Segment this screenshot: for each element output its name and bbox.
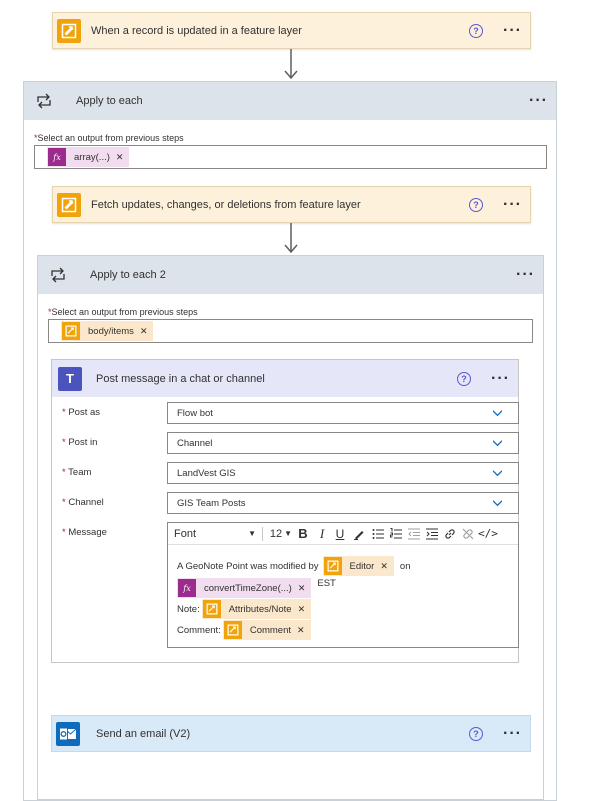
teams-header[interactable]: T Post message in a chat or channel ? ··… <box>52 360 518 397</box>
chevron-down-icon <box>493 410 502 417</box>
fetch-title: Fetch updates, changes, or deletions fro… <box>91 198 361 211</box>
chevron-down-icon <box>493 440 502 447</box>
post-as-label: * Post as <box>62 407 101 418</box>
flow-arrow-icon <box>284 49 298 80</box>
message-text: Comment: <box>177 624 221 636</box>
channel-dropdown[interactable]: GIS Team Posts <box>167 492 519 514</box>
post-in-dropdown[interactable]: Channel <box>167 432 519 454</box>
unlink-icon[interactable] <box>459 528 477 540</box>
apply-to-each-header[interactable]: Apply to each ··· <box>24 82 556 120</box>
apply-to-each-2-header[interactable]: Apply to each 2 ··· <box>38 256 543 294</box>
help-icon[interactable]: ? <box>469 197 484 212</box>
body-items-token[interactable]: body/items ✕ <box>61 321 154 341</box>
chevron-down-icon <box>493 470 502 477</box>
team-label: * Team <box>62 467 92 478</box>
bold-icon[interactable]: B <box>293 526 313 541</box>
message-text: A GeoNote Point was modified by <box>177 560 319 572</box>
feature-layer-icon <box>62 322 80 340</box>
bulleted-list-icon[interactable] <box>369 528 387 540</box>
message-label: * Message <box>62 527 107 538</box>
caret-down-icon: ▼ <box>248 529 256 538</box>
select-output-label: *Select an output from previous steps <box>48 307 198 317</box>
caret-down-icon: ▼ <box>284 529 293 538</box>
feature-layer-icon <box>57 192 81 217</box>
message-text: on <box>399 560 411 572</box>
highlight-pen-icon[interactable] <box>349 528 369 540</box>
font-size-select[interactable]: 12 ▼ <box>269 528 293 540</box>
numbered-list-icon[interactable] <box>387 527 405 540</box>
array-token[interactable]: fx array(...) ✕ <box>47 147 130 167</box>
decrease-indent-icon[interactable] <box>405 528 423 540</box>
more-options-icon[interactable]: ··· <box>503 725 522 741</box>
send-email-card[interactable]: Send an email (V2) ? ··· <box>51 715 531 752</box>
channel-label: * Channel <box>62 497 104 508</box>
select-output-input[interactable]: body/items ✕ <box>48 319 533 343</box>
font-select[interactable]: Font ▼ <box>174 528 256 540</box>
chevron-down-icon <box>493 500 502 507</box>
outlook-icon <box>56 721 80 746</box>
feature-layer-icon <box>223 621 242 639</box>
apply-to-each-2-title: Apply to each 2 <box>90 269 166 281</box>
editor-token[interactable]: Editor ✕ <box>322 556 394 576</box>
more-options-icon[interactable]: ··· <box>491 370 510 386</box>
attributes-note-token[interactable]: Attributes/Note ✕ <box>201 599 312 619</box>
trigger-card[interactable]: When a record is updated in a feature la… <box>52 12 531 49</box>
more-options-icon[interactable]: ··· <box>503 22 522 38</box>
more-options-icon[interactable]: ··· <box>529 93 548 109</box>
flow-arrow-icon <box>284 223 298 254</box>
teams-title: Post message in a chat or channel <box>96 372 265 385</box>
fx-icon: fx <box>48 148 66 166</box>
loop-icon <box>46 263 70 287</box>
remove-token-icon[interactable]: ✕ <box>298 583 306 594</box>
comment-token[interactable]: Comment ✕ <box>222 620 311 640</box>
help-icon[interactable]: ? <box>469 726 484 741</box>
trigger-title: When a record is updated in a feature la… <box>91 24 302 37</box>
loop-icon <box>32 89 56 113</box>
italic-icon[interactable]: I <box>313 526 331 542</box>
remove-token-icon[interactable]: ✕ <box>298 604 306 615</box>
fx-icon: fx <box>178 579 196 597</box>
increase-indent-icon[interactable] <box>423 528 441 540</box>
remove-token-icon[interactable]: ✕ <box>140 326 148 337</box>
more-options-icon[interactable]: ··· <box>516 267 535 283</box>
select-output-label: *Select an output from previous steps <box>34 133 184 143</box>
remove-token-icon[interactable]: ✕ <box>116 152 124 163</box>
team-dropdown[interactable]: LandVest GIS <box>167 462 519 484</box>
help-icon[interactable]: ? <box>469 23 484 38</box>
feature-layer-icon <box>323 557 342 575</box>
message-editor[interactable]: Font ▼ 12 ▼ B I U </> A GeoNote Point wa… <box>167 522 519 648</box>
more-options-icon[interactable]: ··· <box>503 196 522 212</box>
toolbar-divider <box>262 526 263 541</box>
feature-layer-icon <box>202 600 221 618</box>
fetch-card[interactable]: Fetch updates, changes, or deletions fro… <box>52 186 531 223</box>
link-icon[interactable] <box>441 528 459 540</box>
underline-icon[interactable]: U <box>331 527 349 541</box>
apply-to-each-title: Apply to each <box>76 95 143 107</box>
send-email-title: Send an email (V2) <box>96 727 191 740</box>
post-as-dropdown[interactable]: Flow bot <box>167 402 519 424</box>
convert-time-zone-token[interactable]: fx convertTimeZone(...) ✕ <box>177 578 312 598</box>
remove-token-icon[interactable]: ✕ <box>380 561 388 572</box>
message-body[interactable]: A GeoNote Point was modified by Editor ✕… <box>168 545 518 647</box>
rich-text-toolbar: Font ▼ 12 ▼ B I U </> <box>168 523 518 545</box>
post-in-label: * Post in <box>62 437 98 448</box>
code-view-icon[interactable]: </> <box>477 527 499 540</box>
select-output-input[interactable]: fx array(...) ✕ <box>34 145 547 169</box>
feature-layer-icon <box>57 18 81 43</box>
teams-icon: T <box>58 366 82 391</box>
message-text: EST <box>317 578 336 589</box>
remove-token-icon[interactable]: ✕ <box>297 625 305 636</box>
help-icon[interactable]: ? <box>457 371 472 386</box>
message-text: Note: <box>177 603 200 615</box>
